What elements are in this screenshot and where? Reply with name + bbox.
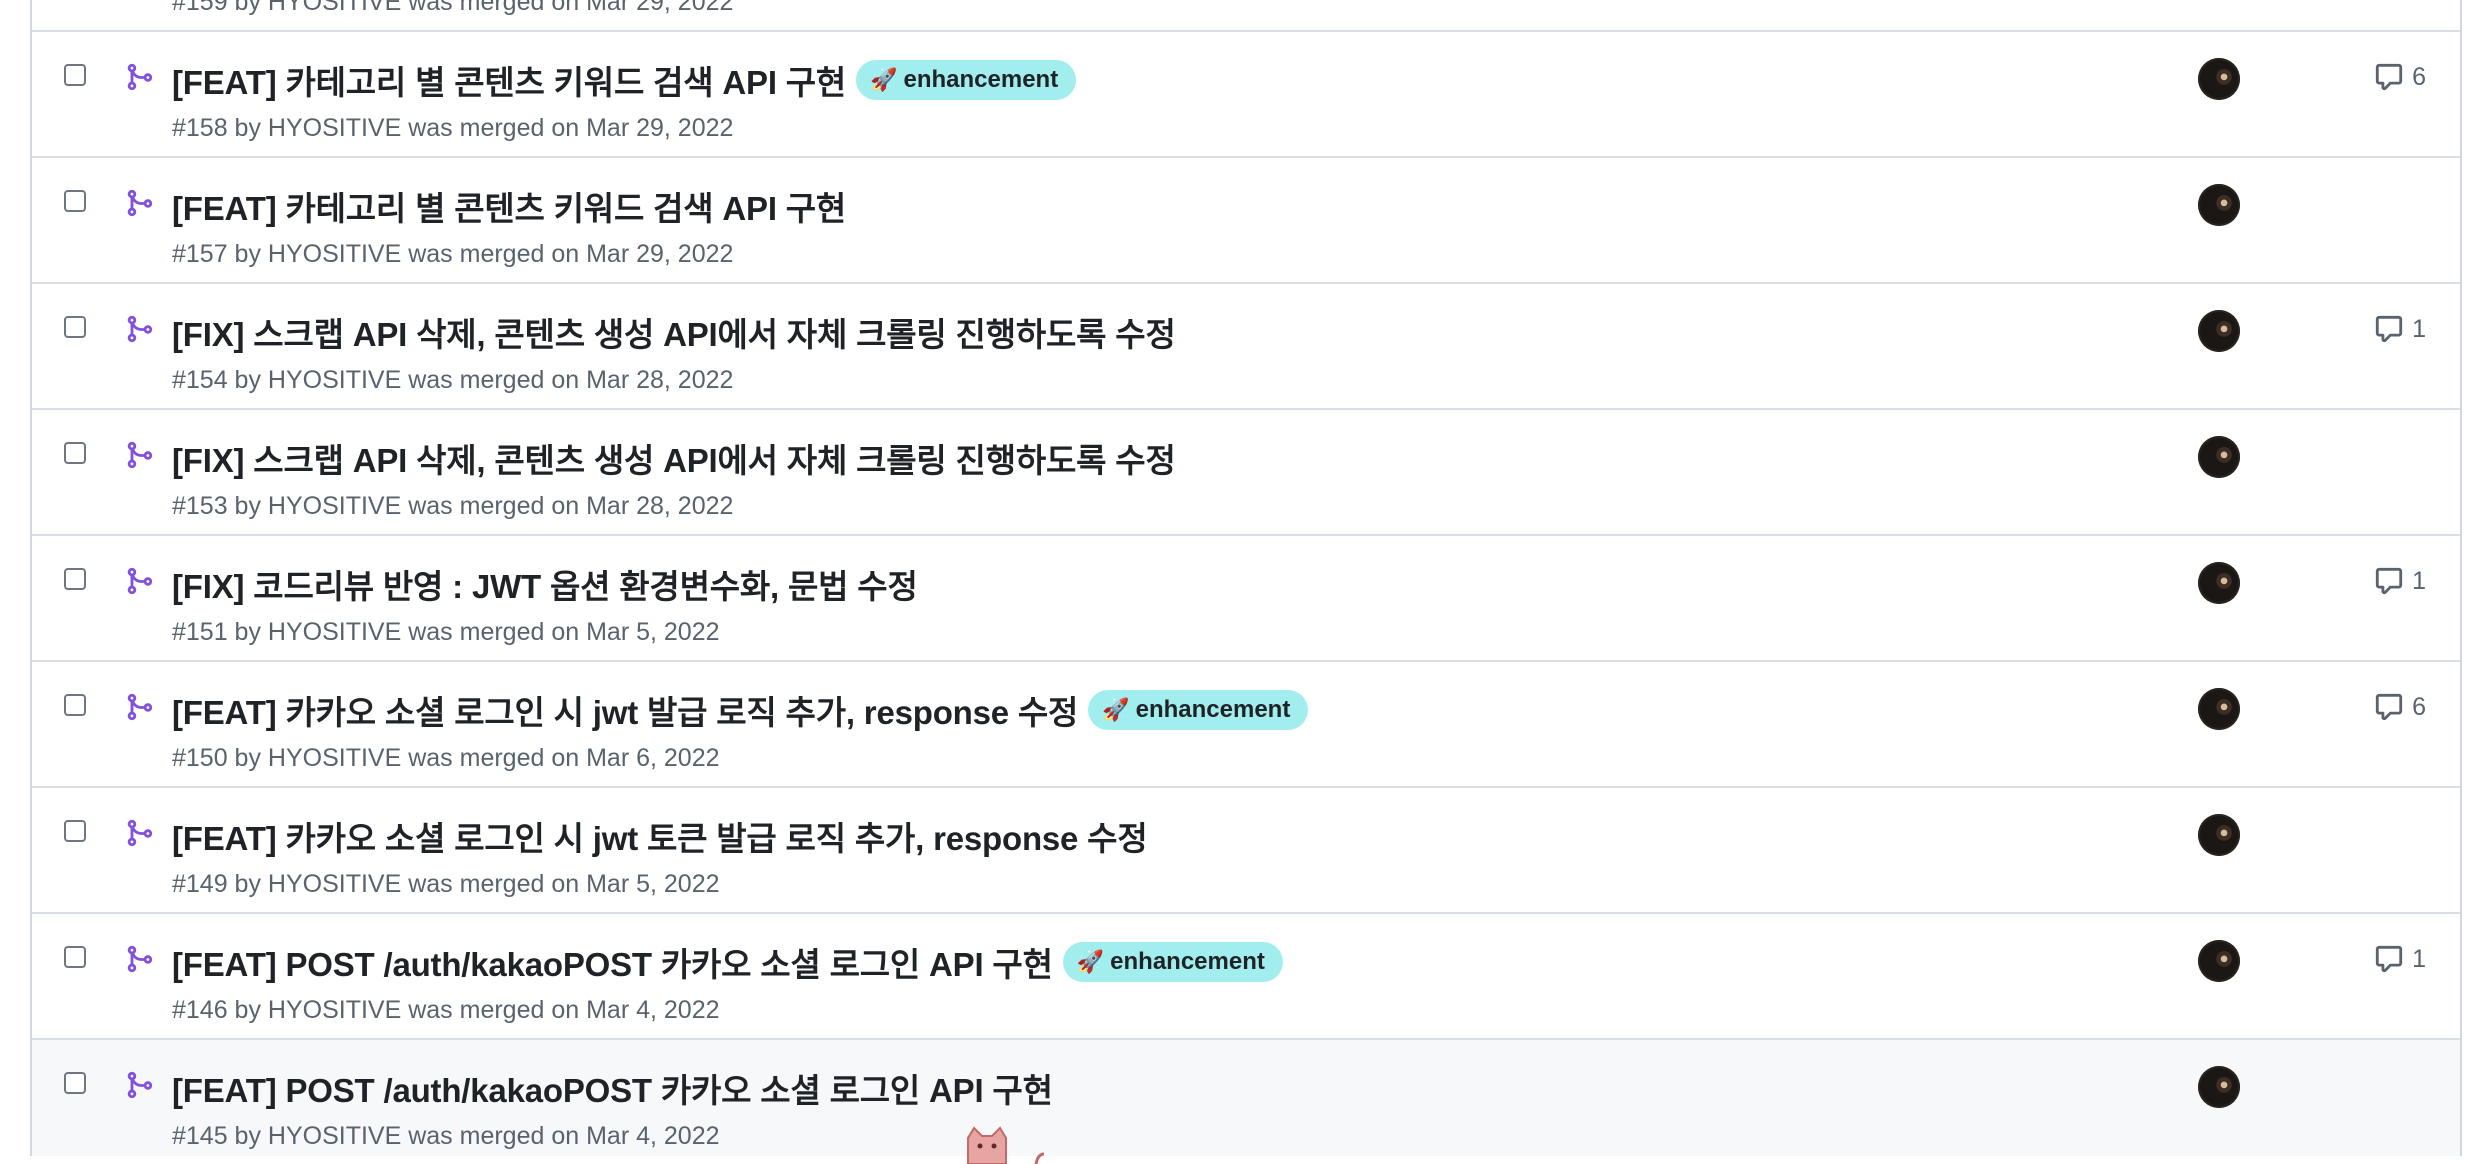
assignee-avatar[interactable]: [2198, 310, 2240, 352]
comment-count: 6: [2412, 62, 2426, 91]
pull-request-row[interactable]: [FEAT] 카카오 소셜 로그인 시 jwt 토큰 발급 로직 추가, res…: [32, 786, 2460, 912]
comments-link[interactable]: 1: [2374, 944, 2426, 974]
pr-title-line: [FEAT] 카테고리 별 콘텐츠 키워드 검색 API 구현 🚀 enhance…: [172, 56, 1077, 104]
comment-count: 1: [2412, 944, 2426, 973]
assignee-avatar[interactable]: [2198, 814, 2240, 856]
enhancement-label[interactable]: 🚀 enhancement: [1062, 942, 1283, 982]
assignee-avatar[interactable]: [2198, 940, 2240, 982]
select-checkbox[interactable]: [64, 946, 86, 968]
pull-request-row[interactable]: [FIX] 스크랩 API 삭제, 콘텐츠 생성 API에서 자체 크롤링 진행…: [32, 282, 2460, 408]
enhancement-label[interactable]: 🚀 enhancement: [856, 60, 1077, 100]
pull-request-row[interactable]: [FIX] 코드리뷰 반영 : JWT 옵션 환경변수화, 문법 수정 #151…: [32, 534, 2460, 660]
pr-title-line: [FIX] 스크랩 API 삭제, 콘텐츠 생성 API에서 자체 크롤링 진행…: [172, 308, 1176, 356]
pr-title-line: [FIX] 스크랩 API 삭제, 콘텐츠 생성 API에서 자체 크롤링 진행…: [172, 434, 1176, 482]
pr-title-link[interactable]: [FEAT] 카테고리 별 콘텐츠 키워드 검색 API 구현: [172, 56, 846, 104]
pr-meta: #157 by HYOSITIVE was merged on Mar 29, …: [172, 240, 734, 268]
merged-pr-icon: [127, 1071, 153, 1099]
pr-meta: #145 by HYOSITIVE was merged on Mar 4, 2…: [172, 1122, 720, 1150]
select-checkbox[interactable]: [64, 316, 86, 338]
select-checkbox[interactable]: [64, 190, 86, 212]
pr-meta: #153 by HYOSITIVE was merged on Mar 28, …: [172, 492, 734, 520]
comment-count: 1: [2412, 314, 2426, 343]
pr-meta: #158 by HYOSITIVE was merged on Mar 29, …: [172, 114, 734, 142]
pr-title-line: [FEAT] 카테고리 별 콘텐츠 키워드 검색 API 구현: [172, 182, 846, 230]
select-checkbox[interactable]: [64, 1072, 86, 1094]
pull-request-row[interactable]: [FEAT] 카카오 소셜 로그인 시 jwt 발급 로직 추가, respon…: [32, 660, 2460, 786]
pr-meta: #146 by HYOSITIVE was merged on Mar 4, 2…: [172, 996, 720, 1024]
pull-request-row[interactable]: [FEAT] POST /auth/kakaoPOST 카카오 소셜 로그인 A…: [32, 1038, 2460, 1156]
assignee-avatar[interactable]: [2198, 436, 2240, 478]
pr-title-line: [FEAT] POST /auth/kakaoPOST 카카오 소셜 로그인 A…: [172, 1064, 1053, 1112]
select-checkbox[interactable]: [64, 694, 86, 716]
comments-link[interactable]: 1: [2374, 314, 2426, 344]
assignee-avatar[interactable]: [2198, 184, 2240, 226]
comment-count: 6: [2412, 692, 2426, 721]
pr-title-link[interactable]: [FEAT] 카테고리 별 콘텐츠 키워드 검색 API 구현: [172, 182, 846, 230]
pull-request-row[interactable]: [FEAT] 카테고리 별 콘텐츠 키워드 검색 API 구현 🚀 enhance…: [32, 30, 2460, 156]
merged-pr-icon: [127, 315, 153, 343]
pr-meta: #159 by HYOSITIVE was merged on Mar 29, …: [172, 0, 734, 16]
pr-title-link[interactable]: [FEAT] 카카오 소셜 로그인 시 jwt 발급 로직 추가, respon…: [172, 686, 1078, 734]
comment-icon: [2375, 63, 2403, 91]
assignee-avatar[interactable]: [2198, 1066, 2240, 1108]
pull-request-row[interactable]: [FIX] 스크랩 API 삭제, 콘텐츠 생성 API에서 자체 크롤링 진행…: [32, 408, 2460, 534]
pr-title-link[interactable]: [FIX] 코드리뷰 반영 : JWT 옵션 환경변수화, 문법 수정: [172, 560, 918, 608]
select-checkbox[interactable]: [64, 568, 86, 590]
merged-pr-icon: [127, 63, 153, 91]
pr-title-line: [FEAT] POST /auth/kakaoPOST 카카오 소셜 로그인 A…: [172, 938, 1283, 986]
pr-meta: #149 by HYOSITIVE was merged on Mar 5, 2…: [172, 870, 720, 898]
pr-title-link[interactable]: [FIX] 스크랩 API 삭제, 콘텐츠 생성 API에서 자체 크롤링 진행…: [172, 434, 1176, 482]
merged-pr-icon: [127, 567, 153, 595]
comments-link[interactable]: 6: [2374, 692, 2426, 722]
label-text: enhancement: [1110, 948, 1265, 975]
octocat-mascot-icon: [967, 1126, 1045, 1164]
comment-icon: [2375, 567, 2403, 595]
enhancement-label[interactable]: 🚀 enhancement: [1088, 690, 1309, 730]
pr-title-link[interactable]: [FEAT] 카카오 소셜 로그인 시 jwt 토큰 발급 로직 추가, res…: [172, 812, 1148, 860]
pr-title-line: [FEAT] 카카오 소셜 로그인 시 jwt 발급 로직 추가, respon…: [172, 686, 1309, 734]
pr-meta: #154 by HYOSITIVE was merged on Mar 28, …: [172, 366, 734, 394]
label-text: enhancement: [903, 66, 1059, 93]
pull-request-row[interactable]: [FEAT] 카테고리 별 콘텐츠 키워드 검색 API 구현 #157 by …: [32, 156, 2460, 282]
pr-title-link[interactable]: [FEAT] POST /auth/kakaoPOST 카카오 소셜 로그인 A…: [172, 1064, 1053, 1112]
comment-icon: [2375, 945, 2403, 973]
rocket-icon: 🚀: [1102, 697, 1130, 722]
pr-title-link[interactable]: [FIX] 스크랩 API 삭제, 콘텐츠 생성 API에서 자체 크롤링 진행…: [172, 308, 1176, 356]
select-checkbox[interactable]: [64, 442, 86, 464]
assignee-avatar[interactable]: [2198, 688, 2240, 730]
select-checkbox[interactable]: [64, 820, 86, 842]
merged-pr-icon: [127, 189, 153, 217]
comments-link[interactable]: 6: [2374, 62, 2426, 92]
assignee-avatar[interactable]: [2198, 58, 2240, 100]
pr-title-line: [FIX] 코드리뷰 반영 : JWT 옵션 환경변수화, 문법 수정: [172, 560, 918, 608]
merged-pr-icon: [127, 945, 153, 973]
label-text: enhancement: [1135, 696, 1291, 723]
select-checkbox[interactable]: [64, 64, 86, 86]
merged-pr-icon: [127, 819, 153, 847]
pull-request-row[interactable]: [FEAT] POST /auth/kakaoPOST 카카오 소셜 로그인 A…: [32, 912, 2460, 1038]
pr-meta: #150 by HYOSITIVE was merged on Mar 6, 2…: [172, 744, 720, 772]
pull-request-list: #159 by HYOSITIVE was merged on Mar 29, …: [30, 0, 2462, 1156]
rocket-icon: 🚀: [1076, 949, 1105, 974]
merged-pr-icon: [127, 693, 153, 721]
comment-icon: [2375, 693, 2403, 721]
pull-request-row[interactable]: #159 by HYOSITIVE was merged on Mar 29, …: [32, 0, 2460, 32]
comment-count: 1: [2412, 566, 2426, 595]
merged-pr-icon: [127, 441, 153, 469]
comment-icon: [2375, 315, 2403, 343]
rocket-icon: 🚀: [870, 67, 898, 92]
assignee-avatar[interactable]: [2198, 562, 2240, 604]
comments-link[interactable]: 1: [2374, 566, 2426, 596]
pr-title-link[interactable]: [FEAT] POST /auth/kakaoPOST 카카오 소셜 로그인 A…: [172, 938, 1053, 986]
pr-title-line: [FEAT] 카카오 소셜 로그인 시 jwt 토큰 발급 로직 추가, res…: [172, 812, 1148, 860]
pr-meta: #151 by HYOSITIVE was merged on Mar 5, 2…: [172, 618, 720, 646]
